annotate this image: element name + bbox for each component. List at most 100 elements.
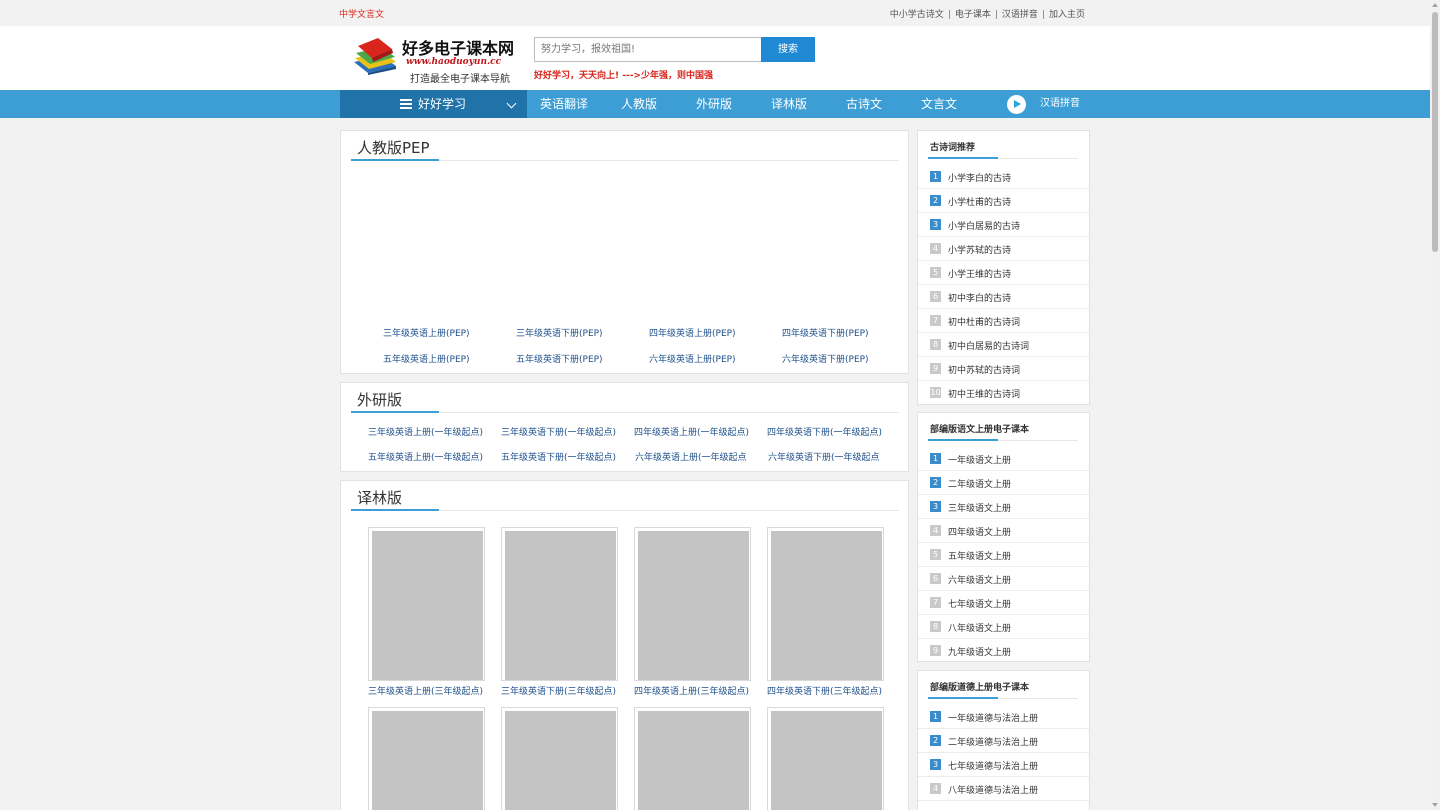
- pep-book-link[interactable]: 六年级英语下册(PEP): [782, 352, 869, 365]
- waiyan-book-link[interactable]: 六年级英语下册(一年级起点: [768, 450, 880, 463]
- list-item[interactable]: 9 初中苏轼的古诗词: [918, 357, 1089, 381]
- book-cover[interactable]: [368, 527, 485, 681]
- sidebar-chinese-textbooks: 部编版语文上册电子课本 1 一年级语文上册 2 二年级语文上册 3 三年级语文上册 4…: [917, 412, 1090, 662]
- book-caption[interactable]: 三年级英语上册(三年级起点): [368, 684, 483, 697]
- waiyan-section-header: 外研版: [351, 383, 899, 413]
- list-item[interactable]: 3 三年级语文上册: [918, 495, 1089, 519]
- list-item[interactable]: 2 二年级语文上册: [918, 471, 1089, 495]
- rank-badge: 5: [930, 549, 941, 560]
- list-item[interactable]: 1 一年级道德与法治上册: [918, 705, 1089, 729]
- book-cover[interactable]: [368, 707, 485, 810]
- scrollbar-thumb[interactable]: [1432, 12, 1438, 252]
- pep-book-link[interactable]: 六年级英语上册(PEP): [649, 352, 736, 365]
- list-item[interactable]: 6 初中李白的古诗: [918, 285, 1089, 309]
- list-item[interactable]: 1 一年级语文上册: [918, 447, 1089, 471]
- list-item[interactable]: 8 初中白居易的古诗词: [918, 333, 1089, 357]
- nav-item-ancient-poetry[interactable]: 古诗文: [846, 90, 882, 118]
- chevron-down-icon: [506, 98, 517, 109]
- logo-slogan: 打造最全电子课本导航: [410, 74, 510, 85]
- waiyan-book-link[interactable]: 三年级英语下册(一年级起点): [501, 425, 616, 438]
- list-item[interactable]: 4 八年级道德与法治上册: [918, 777, 1089, 801]
- list-item[interactable]: 3 七年级道德与法治上册: [918, 753, 1089, 777]
- list-item[interactable]: 2 小学杜甫的古诗: [918, 189, 1089, 213]
- book-cover[interactable]: [634, 707, 751, 810]
- pinyin-link[interactable]: 汉语拼音: [1002, 10, 1038, 20]
- list-item-label: 九年级语文上册: [948, 648, 1012, 658]
- nav-item-waiyan[interactable]: 外研版: [696, 90, 732, 118]
- nav-item-english-translation[interactable]: 英语翻译: [540, 90, 588, 118]
- waiyan-book-link[interactable]: 四年级英语上册(一年级起点): [634, 425, 749, 438]
- list-item-label: 八年级语文上册: [948, 624, 1012, 634]
- list-item-label: 初中李白的古诗: [948, 294, 1012, 304]
- list-item[interactable]: 7 七年级语文上册: [918, 591, 1089, 615]
- list-item[interactable]: 1 小学李白的古诗: [918, 165, 1089, 189]
- list-item-label: 初中白居易的古诗词: [948, 342, 1030, 352]
- book-caption[interactable]: 三年级英语下册(三年级起点): [501, 684, 616, 697]
- books-logo-icon: [354, 38, 396, 75]
- list-item-label: 小学白居易的古诗: [948, 222, 1021, 232]
- search-input[interactable]: [534, 37, 762, 62]
- list-item-label: 七年级道德与法治上册: [948, 762, 1039, 772]
- list-item[interactable]: 9 九年级语文上册: [918, 639, 1089, 663]
- list-item[interactable]: 10 初中王维的古诗词: [918, 381, 1089, 405]
- list-item[interactable]: 3 小学白居易的古诗: [918, 213, 1089, 237]
- nav-item-yilin[interactable]: 译林版: [771, 90, 807, 118]
- play-icon[interactable]: [1007, 95, 1026, 114]
- rank-badge: 1: [930, 453, 941, 464]
- nav-item-classical-chinese[interactable]: 文言文: [921, 90, 957, 118]
- list-item[interactable]: 5 五年级语文上册: [918, 543, 1089, 567]
- poetry-link[interactable]: 中小学古诗文: [890, 10, 944, 20]
- book-cover[interactable]: [634, 527, 751, 681]
- waiyan-book-link[interactable]: 五年级英语上册(一年级起点): [368, 450, 483, 463]
- pep-book-link[interactable]: 五年级英语上册(PEP): [383, 352, 470, 365]
- book-cover[interactable]: [767, 527, 884, 681]
- waiyan-book-link[interactable]: 四年级英语下册(一年级起点): [767, 425, 882, 438]
- rank-badge: 8: [930, 339, 941, 350]
- scroll-up-arrow-icon[interactable]: [1432, 3, 1438, 7]
- title-underline: [351, 411, 439, 413]
- rank-badge: 4: [930, 525, 941, 536]
- book-caption[interactable]: 四年级英语下册(三年级起点): [767, 684, 882, 697]
- motto-text: 好好学习，天天向上! --->少年强，则中国强: [534, 71, 713, 81]
- yilin-section-header: 译林版: [351, 481, 899, 511]
- logo-title: 好多电子课本网: [402, 39, 515, 58]
- list-item[interactable]: 8 八年级语文上册: [918, 615, 1089, 639]
- chinese-list: 1 一年级语文上册 2 二年级语文上册 3 三年级语文上册 4 四年级语文上册 5 五年级…: [918, 447, 1089, 663]
- list-item[interactable]: 6 六年级语文上册: [918, 567, 1089, 591]
- nav-home-menu[interactable]: 好好学习: [340, 90, 527, 118]
- set-homepage-link[interactable]: 加入主页: [1049, 10, 1085, 20]
- nav-item-pep[interactable]: 人教版: [621, 90, 657, 118]
- rank-badge: 5: [930, 267, 941, 278]
- sidebar-poems: 古诗词推荐 1 小学李白的古诗 2 小学杜甫的古诗 3 小学白居易的古诗 4 小学苏轼的…: [917, 130, 1090, 405]
- rank-badge: 3: [930, 501, 941, 512]
- book-cover[interactable]: [501, 527, 618, 681]
- list-item[interactable]: 4 小学苏轼的古诗: [918, 237, 1089, 261]
- waiyan-book-link[interactable]: 三年级英语上册(一年级起点): [368, 425, 483, 438]
- site-logo[interactable]: 好多电子课本网 www.haoduoyun.cc 打造最全电子课本导航: [352, 34, 517, 85]
- section-title: 人教版PEP: [357, 139, 430, 157]
- list-item-label: 七年级语文上册: [948, 600, 1012, 610]
- waiyan-book-link[interactable]: 五年级英语下册(一年级起点): [501, 450, 616, 463]
- pep-book-link[interactable]: 五年级英语下册(PEP): [516, 352, 603, 365]
- list-item[interactable]: 5 小学王维的古诗: [918, 261, 1089, 285]
- cover-image: [771, 711, 882, 810]
- list-item[interactable]: 7 初中杜甫的古诗词: [918, 309, 1089, 333]
- pep-book-link[interactable]: 四年级英语下册(PEP): [782, 326, 869, 339]
- list-item[interactable]: 4 四年级语文上册: [918, 519, 1089, 543]
- list-item-label: 初中杜甫的古诗词: [948, 318, 1021, 328]
- book-cover[interactable]: [767, 707, 884, 810]
- book-cover[interactable]: [501, 707, 618, 810]
- pep-book-link[interactable]: 三年级英语下册(PEP): [516, 326, 603, 339]
- list-item[interactable]: 2 二年级道德与法治上册: [918, 729, 1089, 753]
- pep-book-link[interactable]: 三年级英语上册(PEP): [383, 326, 470, 339]
- search-button[interactable]: 搜索: [761, 37, 815, 62]
- ebook-link[interactable]: 电子课本: [955, 10, 991, 20]
- nav-item-pinyin[interactable]: 汉语拼音: [1040, 90, 1080, 118]
- classical-chinese-link[interactable]: 中学文言文: [339, 7, 384, 20]
- page-scrollbar[interactable]: [1430, 0, 1440, 810]
- waiyan-book-link[interactable]: 六年级英语上册(一年级起点: [635, 450, 747, 463]
- rank-badge: 2: [930, 735, 941, 746]
- pep-book-link[interactable]: 四年级英语上册(PEP): [649, 326, 736, 339]
- book-caption[interactable]: 四年级英语上册(三年级起点): [634, 684, 749, 697]
- scroll-down-arrow-icon[interactable]: [1432, 803, 1438, 807]
